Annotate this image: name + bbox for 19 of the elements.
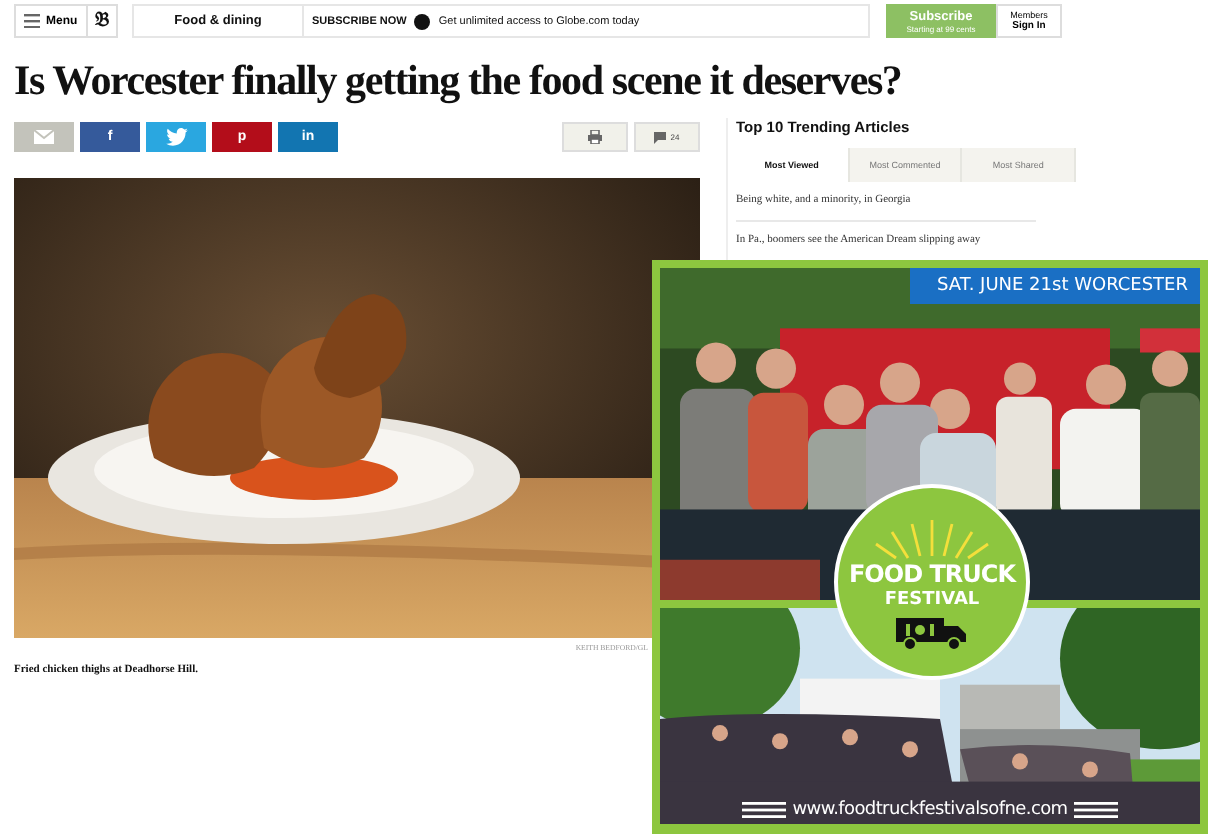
stripes-icon	[742, 802, 787, 818]
twitter-share-button[interactable]	[146, 122, 206, 152]
speech-bubble-icon	[654, 131, 667, 143]
print-button[interactable]	[562, 122, 628, 152]
printer-icon	[588, 130, 602, 144]
date-banner: SAT. JUNE 21st WORCESTER	[909, 268, 1200, 304]
badge-title: FOOD TRUCK	[848, 559, 1015, 587]
menu-icon	[24, 14, 40, 28]
headline: Is Worcester finally getting the food scene it deserves?	[14, 56, 904, 106]
envelope-icon	[34, 130, 54, 144]
truck-icon	[896, 615, 968, 649]
stripes-icon	[1073, 802, 1118, 818]
email-share-button[interactable]	[14, 122, 74, 152]
badge-subtitle: FESTIVAL	[884, 589, 980, 609]
bird-icon	[165, 128, 187, 146]
sun-rays-icon	[872, 515, 992, 559]
logo[interactable]: 𝔅	[88, 4, 118, 38]
advertisement[interactable]: SAT. JUNE 21st WORCESTER FOOD TRUCK FESTIVAL www.foodtruckfestivalsofne.com	[652, 260, 1208, 834]
logo-icon	[414, 13, 431, 29]
